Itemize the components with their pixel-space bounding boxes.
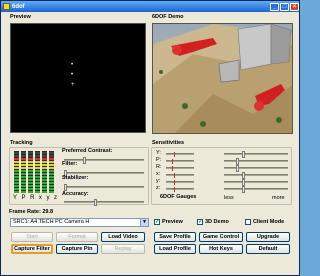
slider-thumb[interactable] — [64, 184, 67, 191]
gauge-bar-z — [166, 187, 194, 192]
level-meter-bar — [42, 151, 47, 193]
accuracy-slider[interactable] — [64, 199, 144, 206]
save-profile-button[interactable]: Save Profile — [154, 232, 196, 242]
sens-label-y2: y: — [156, 178, 161, 184]
load-video-button[interactable]: Load Video — [101, 232, 145, 242]
tracking-point: • — [71, 62, 74, 68]
capture-filter-button[interactable]: Capture Filter — [11, 244, 53, 254]
more-label: more — [272, 195, 285, 201]
client-mode-checkbox-label: Client Mode — [253, 219, 285, 225]
maximize-button[interactable]: □ — [280, 2, 289, 11]
building — [218, 59, 240, 83]
level-meters — [14, 151, 54, 193]
level-meter-bar — [35, 151, 40, 193]
sensitivities-label: Sensitivities — [152, 140, 185, 146]
slider-thumb[interactable] — [94, 199, 98, 206]
slider-thumb[interactable] — [83, 157, 86, 164]
sens-label-y: Y: — [156, 150, 161, 156]
level-meter-bar — [14, 151, 19, 193]
slider-thumb[interactable] — [236, 165, 239, 172]
preview-checkbox-label: Preview — [162, 219, 183, 225]
sensitivity-slider-z[interactable] — [224, 186, 288, 193]
client-mode-checkbox[interactable] — [245, 219, 251, 225]
camera-preview: • • + — [10, 23, 146, 133]
default-button[interactable]: Default — [246, 244, 290, 254]
preview-label: Preview — [10, 14, 31, 20]
chevron-down-icon[interactable]: ▼ — [140, 219, 148, 226]
title-bar[interactable]: 6dof _ □ × — [1, 1, 299, 12]
gauge-indicator — [174, 152, 176, 157]
axis-label-r: R — [30, 195, 35, 201]
slider-thumb[interactable] — [236, 158, 239, 165]
game-control-button[interactable]: Game Control — [199, 232, 243, 242]
level-meter-bar — [49, 151, 54, 193]
demo-3d-view — [152, 23, 293, 134]
app-icon — [3, 3, 10, 10]
slider-thumb[interactable] — [242, 172, 245, 179]
sensitivities-group: Y: P: R: x: y: z: 6DOF Gauges less more — [151, 147, 292, 205]
window-title: 6dof — [12, 3, 25, 10]
close-button[interactable]: × — [290, 2, 299, 11]
building — [237, 24, 272, 71]
gauge-bar-pitch — [166, 159, 194, 164]
gauge-bar-x — [166, 173, 194, 178]
preferred-contrast-label: Preferred Contrast: — [62, 148, 113, 154]
level-meter-bar — [28, 151, 33, 193]
axis-label-p: P — [21, 195, 26, 201]
sensitivity-slider-roll[interactable] — [224, 165, 288, 172]
gauge-indicator — [174, 180, 176, 185]
video-source-select[interactable]: SRC1: A4 TECH PC Camera H ▼ — [10, 218, 149, 227]
less-label: less — [224, 195, 234, 201]
video-source-value: SRC1: A4 TECH PC Camera H — [13, 219, 90, 225]
sens-label-x: x: — [156, 171, 161, 177]
demo3d-checkbox-label: 3D Demo — [205, 219, 229, 225]
filter-slider[interactable] — [64, 170, 144, 177]
slider-thumb[interactable] — [242, 186, 245, 193]
tracking-label: Tracking — [10, 140, 33, 146]
filter-label: Filter: — [62, 161, 78, 167]
axis-label-y2: y — [46, 195, 50, 201]
upgrade-button[interactable]: Upgrade — [246, 232, 290, 242]
tracking-point: • — [71, 72, 74, 78]
load-profile-button[interactable]: Load Profile — [154, 244, 196, 254]
gauge-bar-yaw — [166, 152, 194, 157]
preview-checkbox[interactable]: ✓ — [154, 219, 160, 225]
axis-label-x: x — [38, 195, 42, 201]
sensitivity-slider-x[interactable] — [224, 172, 288, 179]
accuracy-label: Accuracy: — [62, 191, 89, 197]
app-window: 6dof _ □ × Preview • • + 6DOF Demo Track… — [0, 0, 300, 276]
axis-label-z: z — [53, 195, 57, 201]
replay-button[interactable]: Replay — [101, 244, 145, 254]
gauge-indicator — [171, 166, 173, 171]
gauge-indicator — [174, 173, 176, 178]
gauge-bar-y — [166, 180, 194, 185]
axis-label-y: Y — [13, 195, 18, 201]
sensitivity-slider-y[interactable] — [224, 179, 288, 186]
slider-thumb[interactable] — [242, 151, 245, 158]
hot-keys-button[interactable]: Hot Keys — [199, 244, 243, 254]
gauge-bar-roll — [166, 166, 194, 171]
gauge-indicator — [171, 159, 173, 164]
stabilizer-label: Stabilizer: — [62, 175, 89, 181]
sens-label-p: P: — [156, 157, 162, 163]
sens-label-z: z: — [156, 185, 161, 191]
tracking-group: Y P R x y z Preferred Contrast: Filter: … — [9, 147, 149, 206]
tracking-point: + — [71, 82, 75, 88]
sensitivity-slider-pitch[interactable] — [224, 158, 288, 165]
format-button[interactable]: Format — [56, 232, 98, 242]
minimize-button[interactable]: _ — [270, 2, 279, 11]
demo-label: 6DOF Demo — [152, 14, 184, 20]
demo3d-checkbox[interactable]: ✓ — [197, 219, 203, 225]
gauge-indicator — [174, 187, 176, 192]
frame-rate-label: Frame Rate: 29.8 — [9, 209, 54, 215]
slider-thumb[interactable] — [242, 179, 245, 186]
sensitivity-slider-yaw[interactable] — [224, 151, 288, 158]
start-button[interactable]: Start — [11, 232, 53, 242]
level-meter-bar — [21, 151, 26, 193]
capture-pin-button[interactable]: Capture Pin — [56, 244, 98, 254]
sens-label-r: R: — [156, 164, 162, 170]
stabilizer-slider[interactable] — [64, 184, 144, 191]
demo-scene — [153, 24, 292, 133]
gauges-label: 6DOF Gauges — [160, 194, 197, 200]
